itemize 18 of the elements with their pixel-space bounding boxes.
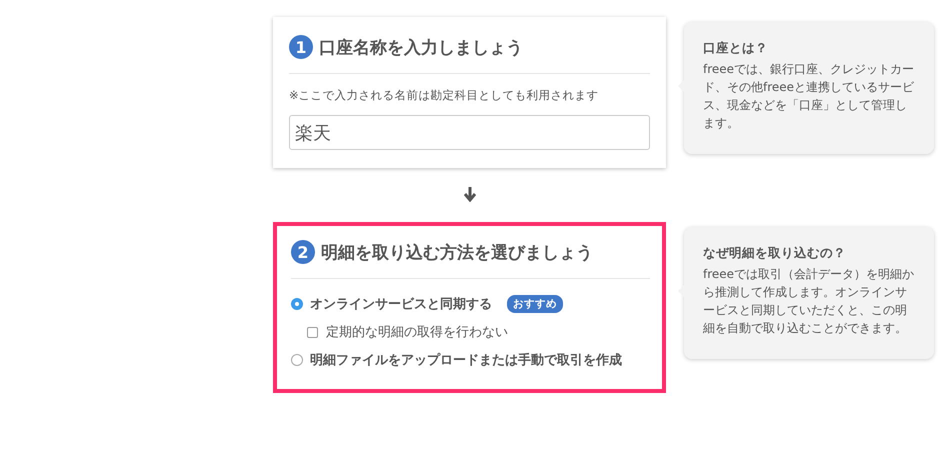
step-title: 明細を取り込む方法を選びましょう (321, 242, 593, 264)
step-number: 2 (291, 240, 315, 264)
help-title: 口座とは？ (703, 40, 769, 57)
down-arrow-icon (462, 186, 476, 202)
help-text: freeeでは、銀行口座、クレジットカード、その他freeeと連携しているサービス、現金などを「口座」として管理します。 (703, 61, 916, 132)
account-name-field[interactable]: 楽天 (289, 115, 650, 150)
recommended-badge: おすすめ (507, 295, 563, 313)
radio-button[interactable] (291, 298, 303, 310)
option-label[interactable]: 定期的な明細の取得を行わない (326, 323, 508, 341)
step-number: 1 (289, 35, 313, 59)
option-label[interactable]: 明細ファイルをアップロードまたは手動で取引を作成 (310, 351, 622, 369)
help-text: freeeでは取引（会計データ）を明細から推測して作成します。オンラインサービスと同期していただくと、この明細を自動で取り込むことができます。 (703, 266, 916, 337)
option-label[interactable]: オンラインサービスと同期する (310, 295, 492, 313)
note-text: ※ここで入力される名前は勘定科目としても利用されます (289, 88, 600, 103)
help-title: なぜ明細を取り込むの？ (703, 245, 847, 262)
radio-button[interactable] (291, 354, 303, 366)
step-title: 口座名称を入力しましょう (319, 36, 523, 58)
checkbox[interactable] (307, 326, 318, 338)
